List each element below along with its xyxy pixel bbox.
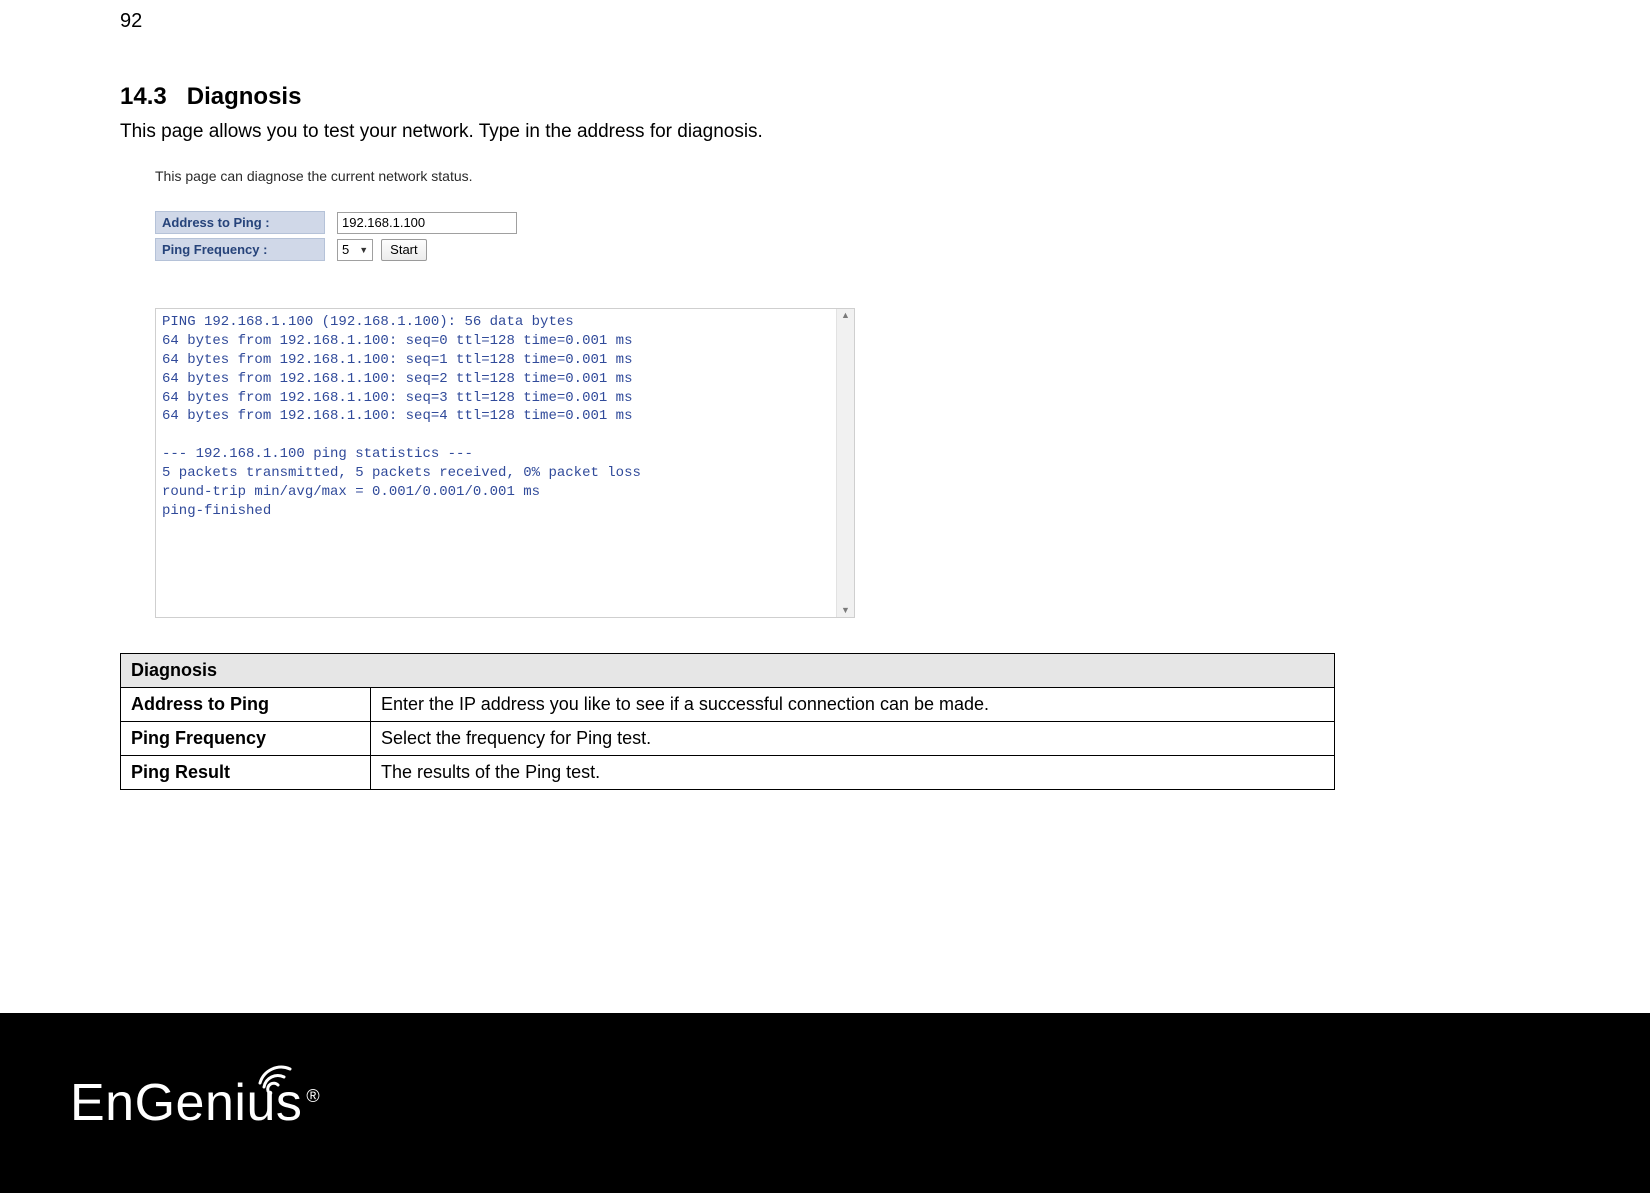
scrollbar[interactable]: ▲ ▼	[836, 309, 854, 617]
diagnosis-definition-table: Diagnosis Address to Ping Enter the IP a…	[120, 653, 1335, 790]
ping-output: PING 192.168.1.100 (192.168.1.100): 56 d…	[156, 309, 836, 617]
page-number: 92	[120, 10, 1530, 33]
table-row: Address to Ping Enter the IP address you…	[121, 688, 1335, 722]
scroll-down-icon: ▼	[841, 606, 850, 615]
section-title-text: Diagnosis	[187, 83, 302, 110]
ping-frequency-select[interactable]: 5 ▼	[337, 239, 373, 261]
def-table-header: Diagnosis	[121, 654, 1335, 688]
screenshot-caption: This page can diagnose the current netwo…	[155, 168, 855, 184]
brand-logo: EnGenius®	[70, 1073, 320, 1133]
screenshot-panel: This page can diagnose the current netwo…	[155, 168, 855, 618]
wifi-icon	[248, 1059, 298, 1095]
def-val: The results of the Ping test.	[371, 756, 1335, 790]
scroll-up-icon: ▲	[841, 311, 850, 320]
table-row: Ping Frequency Select the frequency for …	[121, 722, 1335, 756]
def-val: Select the frequency for Ping test.	[371, 722, 1335, 756]
def-key: Ping Frequency	[121, 722, 371, 756]
section-intro: This page allows you to test your networ…	[120, 121, 1530, 143]
start-button[interactable]: Start	[381, 239, 426, 261]
address-to-ping-input[interactable]	[337, 212, 517, 234]
chevron-down-icon: ▼	[359, 245, 368, 255]
def-val: Enter the IP address you like to see if …	[371, 688, 1335, 722]
footer: EnGenius®	[0, 1013, 1650, 1193]
address-to-ping-label: Address to Ping :	[155, 211, 325, 234]
def-key: Ping Result	[121, 756, 371, 790]
registered-icon: ®	[306, 1086, 320, 1106]
ping-form: Address to Ping : Ping Frequency : 5 ▼ S…	[155, 209, 517, 263]
ping-frequency-value: 5	[342, 242, 349, 257]
section-heading: 14.3 Diagnosis	[120, 83, 1530, 111]
ping-output-panel: PING 192.168.1.100 (192.168.1.100): 56 d…	[155, 308, 855, 618]
def-key: Address to Ping	[121, 688, 371, 722]
table-row: Ping Result The results of the Ping test…	[121, 756, 1335, 790]
ping-frequency-label: Ping Frequency :	[155, 238, 325, 261]
section-number: 14.3	[120, 83, 167, 110]
